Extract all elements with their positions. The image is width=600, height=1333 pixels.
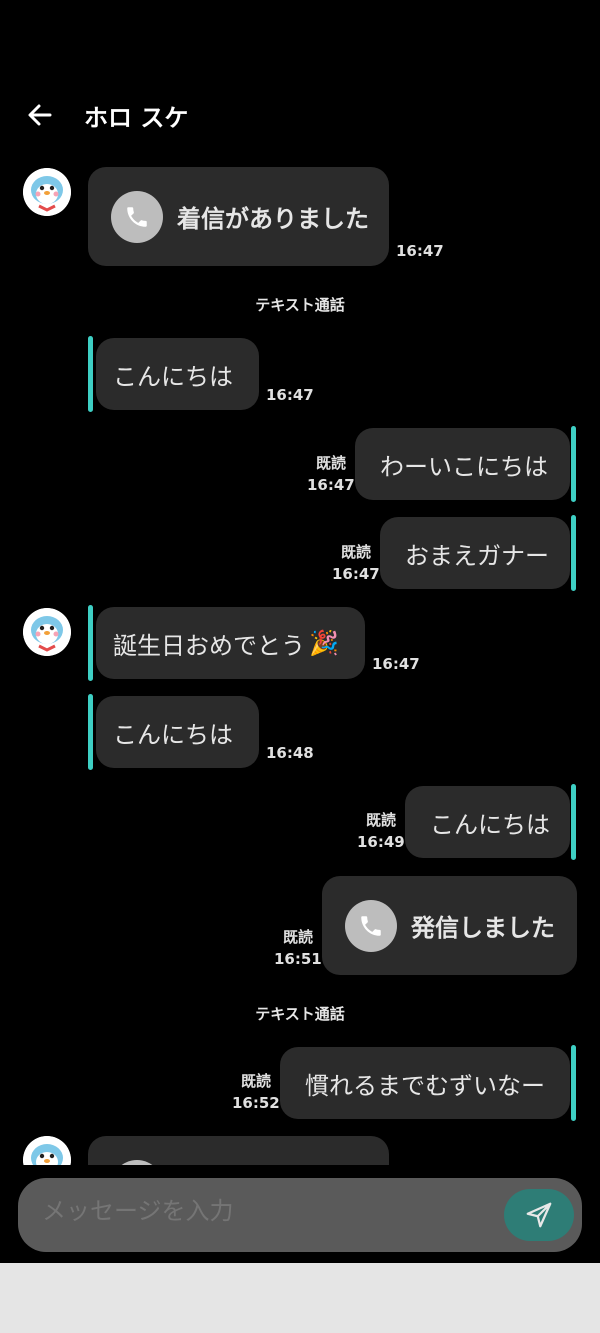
message-text: おまえガナー [405,541,549,570]
system-navigation-area [0,1263,600,1333]
message-bubble-outgoing-call[interactable]: 発信しました [322,876,577,975]
thread-indicator [571,1045,576,1121]
thread-indicator [88,605,93,681]
penguin-avatar-icon [23,168,71,216]
read-receipt: 既読 [283,928,314,946]
send-button[interactable] [504,1189,574,1241]
system-message: テキスト通話 [255,296,345,314]
message-time: 16:49 [357,833,405,851]
message-text: 誕生日おめでとう [113,631,305,660]
read-receipt: 既読 [316,454,347,472]
chat-title: ホロ スケ [84,104,189,132]
message-time: 16:48 [266,744,314,762]
message-time: 16:47 [372,655,420,673]
message-time: 16:47 [396,242,444,260]
thread-indicator [571,515,576,591]
avatar[interactable] [23,608,71,656]
thread-indicator [88,336,93,412]
message-text: こんにちは [430,810,550,839]
message-bubble[interactable]: 慣れるまでむずいなー [280,1047,570,1119]
penguin-avatar-icon [23,1136,71,1165]
message-text: 慣れるまでむずいなー [305,1071,545,1100]
send-icon [526,1202,552,1228]
message-bubble[interactable]: おまえガナー [380,517,570,589]
message-time: 16:52 [232,1094,280,1112]
message-text: こんにちは [113,720,233,749]
message-time: 16:47 [332,565,380,583]
message-text: 着信がありました [177,205,369,233]
message-text: わーいこにちは [380,452,548,481]
read-receipt: 既読 [366,811,397,829]
system-message: テキスト通話 [255,1005,345,1023]
thread-indicator [571,426,576,502]
phone-icon [111,190,163,243]
message-bubble[interactable]: こんにちは [405,786,570,858]
penguin-avatar-icon [23,608,71,656]
avatar[interactable] [23,168,71,216]
message-bubble[interactable]: 誕生日おめでとう 🎉 [96,607,365,679]
message-input[interactable] [42,1198,482,1226]
thread-indicator [88,694,93,770]
party-popper-icon: 🎉 [309,629,339,657]
chat-header: ホロ スケ [0,80,600,150]
message-bubble[interactable]: わーいこにちは [355,428,570,500]
phone-icon [345,899,397,952]
message-bubble-partial[interactable] [88,1136,389,1165]
message-composer [18,1178,582,1252]
message-time: 16:51 [274,950,322,968]
read-receipt: 既読 [241,1072,272,1090]
read-receipt: 既読 [341,543,372,561]
phone-icon [111,1160,163,1165]
avatar[interactable] [23,1136,71,1165]
message-bubble[interactable]: こんにちは [96,338,259,410]
thread-indicator [571,784,576,860]
message-list[interactable]: 着信がありました 16:47 テキスト通話 こんにちは 16:47 既読 16:… [0,150,600,1165]
arrow-left-icon [28,104,52,126]
message-bubble-incoming-call[interactable]: 着信がありました [88,167,389,266]
message-text: こんにちは [113,362,233,391]
back-button[interactable] [22,97,58,133]
message-time: 16:47 [307,476,355,494]
message-bubble[interactable]: こんにちは [96,696,259,768]
message-text: 発信しました [411,914,555,942]
message-time: 16:47 [266,386,314,404]
